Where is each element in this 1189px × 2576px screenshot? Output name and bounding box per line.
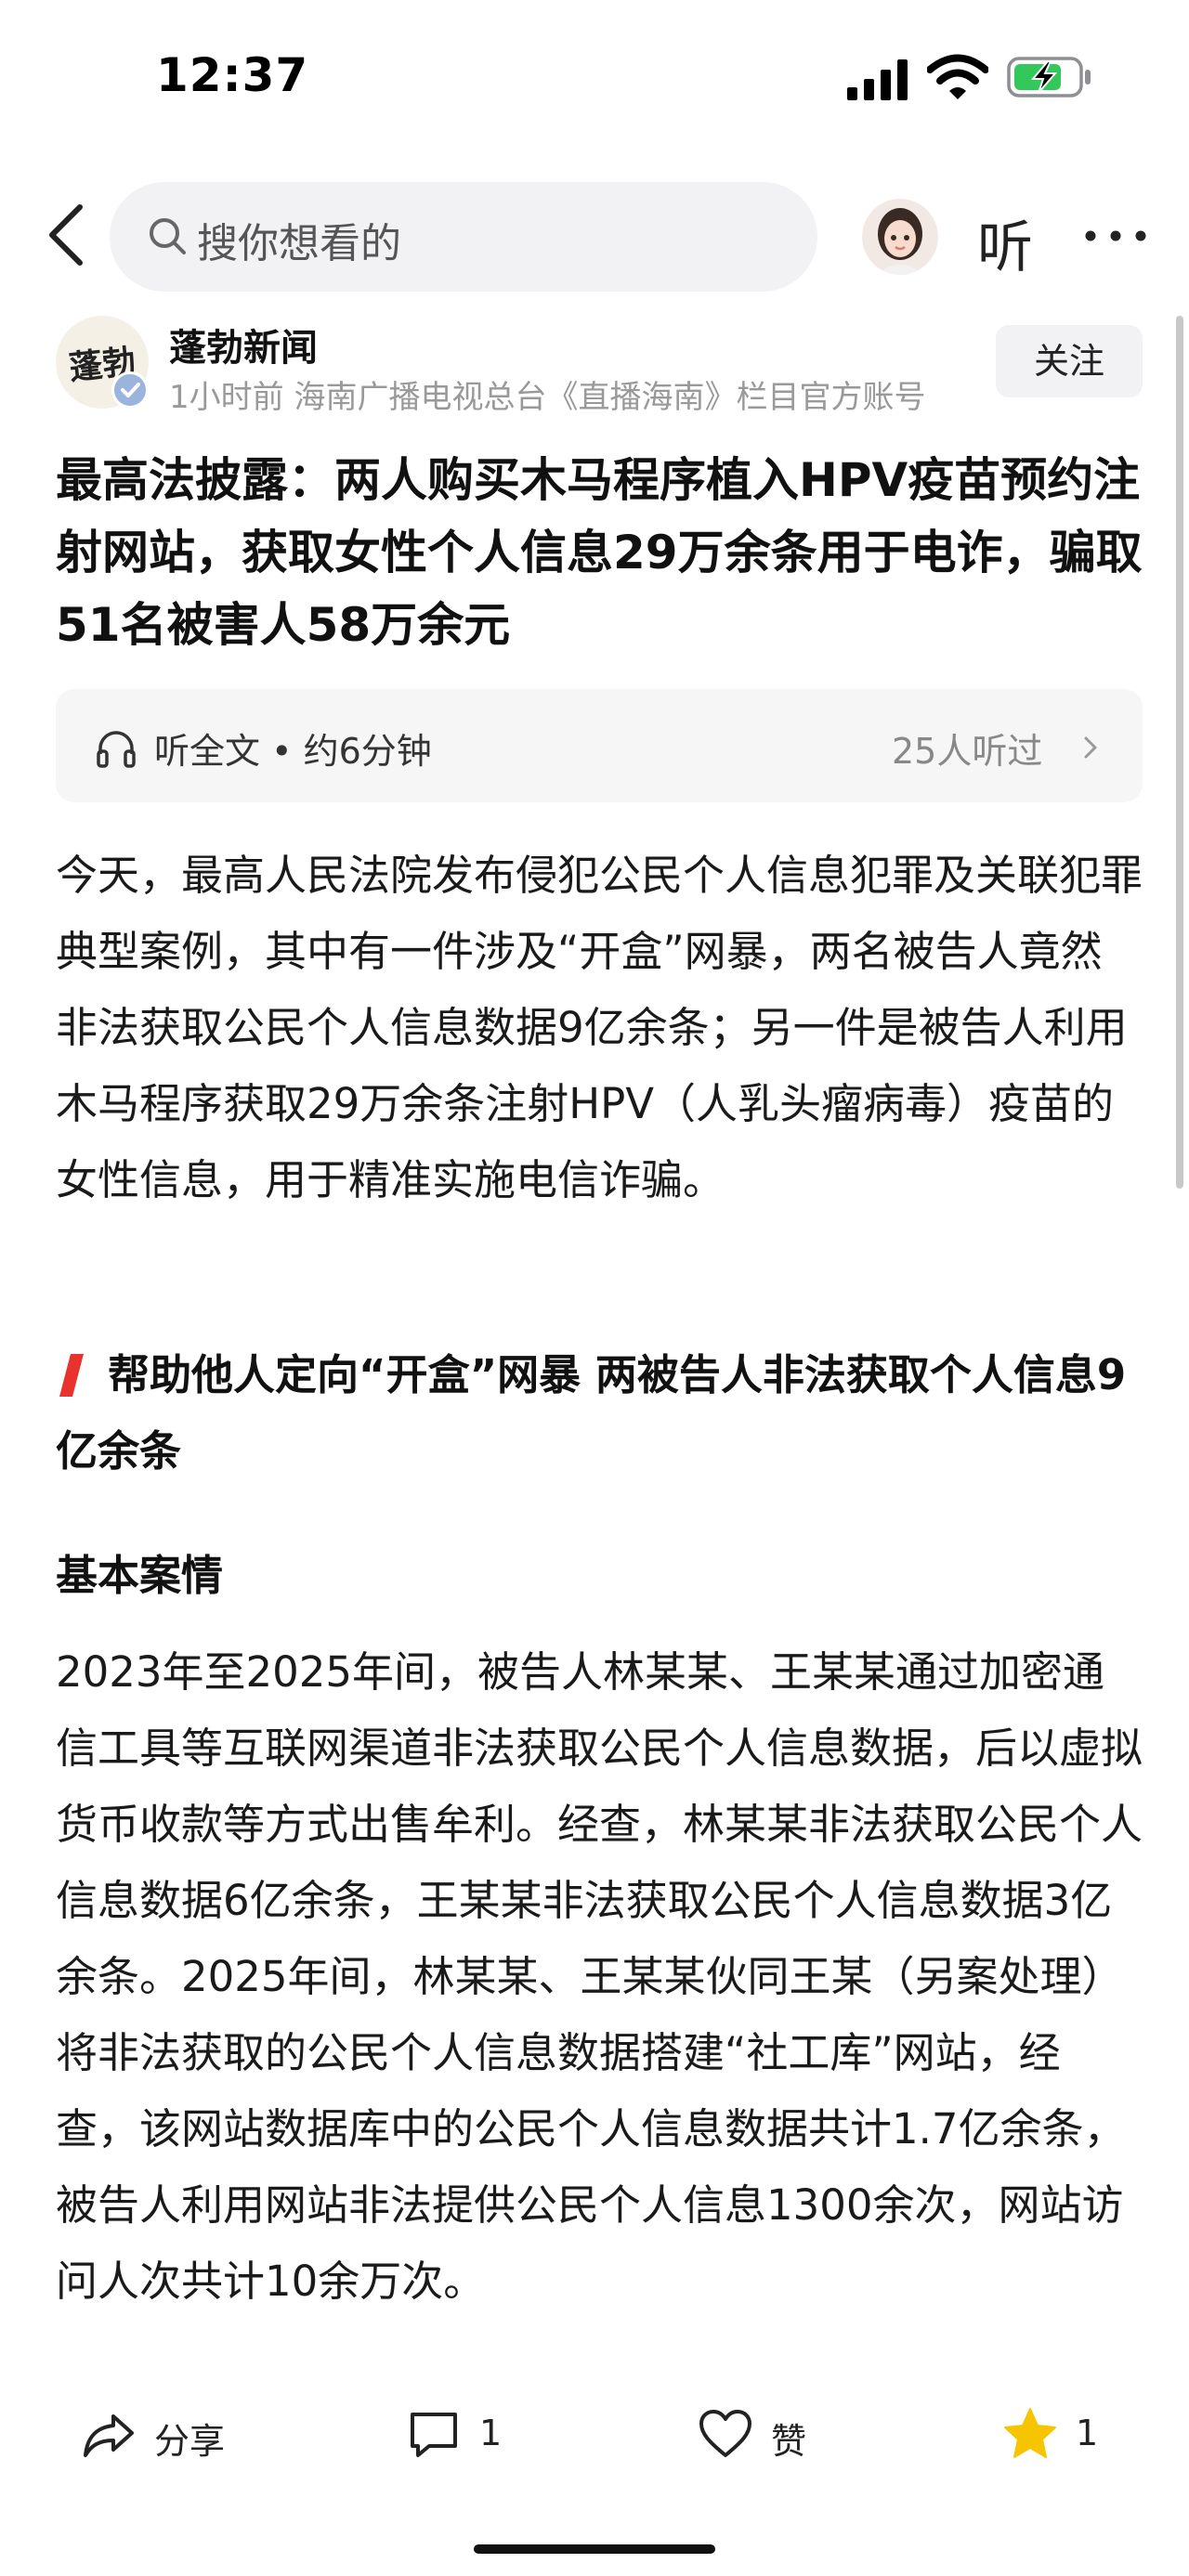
share-button[interactable]: 分享 [80, 2405, 247, 2466]
article-title: 最高法披露：两人购买木马程序植入HPV疫苗预约注射网站，获取女性个人信息29万余… [56, 453, 1143, 652]
star-icon [1004, 2408, 1056, 2458]
like-label: 赞 [771, 2421, 807, 2462]
intro-paragraph: 今天，最高人民法院发布侵犯公民个人信息犯罪及关联犯罪典型案例，其中有一件涉及“开… [56, 851, 1143, 1204]
verified-icon [111, 371, 149, 409]
more-icon[interactable] [1083, 219, 1148, 253]
avatar[interactable] [862, 199, 938, 275]
like-button[interactable]: 赞 [697, 2405, 827, 2466]
subsection-title: 基本案情 [56, 1551, 224, 1600]
search-icon [150, 218, 186, 254]
home-indicator[interactable] [474, 2544, 715, 2554]
headphone-icon [97, 731, 136, 768]
wifi-icon [927, 54, 988, 99]
favorite-button[interactable]: 1 [1001, 2405, 1122, 2466]
listen-full-text-label: 听全文 • 约6分钟 [154, 731, 432, 772]
author-name[interactable]: 蓬勃新闻 [169, 318, 318, 371]
battery-icon [1007, 57, 1091, 98]
comment-count: 1 [479, 2413, 503, 2453]
share-icon [84, 2414, 134, 2457]
share-label: 分享 [154, 2421, 226, 2462]
section-title: 帮助他人定向“开盒”网暴 两被告人非法获取个人信息9亿余条 [56, 1350, 1127, 1476]
scrollbar[interactable] [1176, 316, 1183, 1189]
comment-icon [411, 2413, 457, 2457]
back-icon[interactable] [45, 202, 87, 267]
comment-button[interactable]: 1 [405, 2405, 526, 2466]
follow-button[interactable]: 关注 [996, 325, 1143, 397]
search-placeholder: 搜你想看的 [197, 220, 401, 267]
author-meta: 1小时前 海南广播电视总台《直播海南》栏目官方账号 [169, 379, 926, 416]
chevron-right-icon [1084, 736, 1097, 759]
like-icon [699, 2410, 751, 2457]
status-time: 12:37 [156, 48, 309, 102]
listen-button[interactable]: 听 [977, 202, 1033, 283]
signal-icon [847, 59, 908, 100]
listen-count: 25人听过 [892, 731, 1043, 772]
case-paragraph: 2023年至2025年间，被告人林某某、王某某通过加密通信工具等互联网渠道非法获… [56, 1647, 1143, 2306]
favorite-count: 1 [1076, 2413, 1099, 2453]
